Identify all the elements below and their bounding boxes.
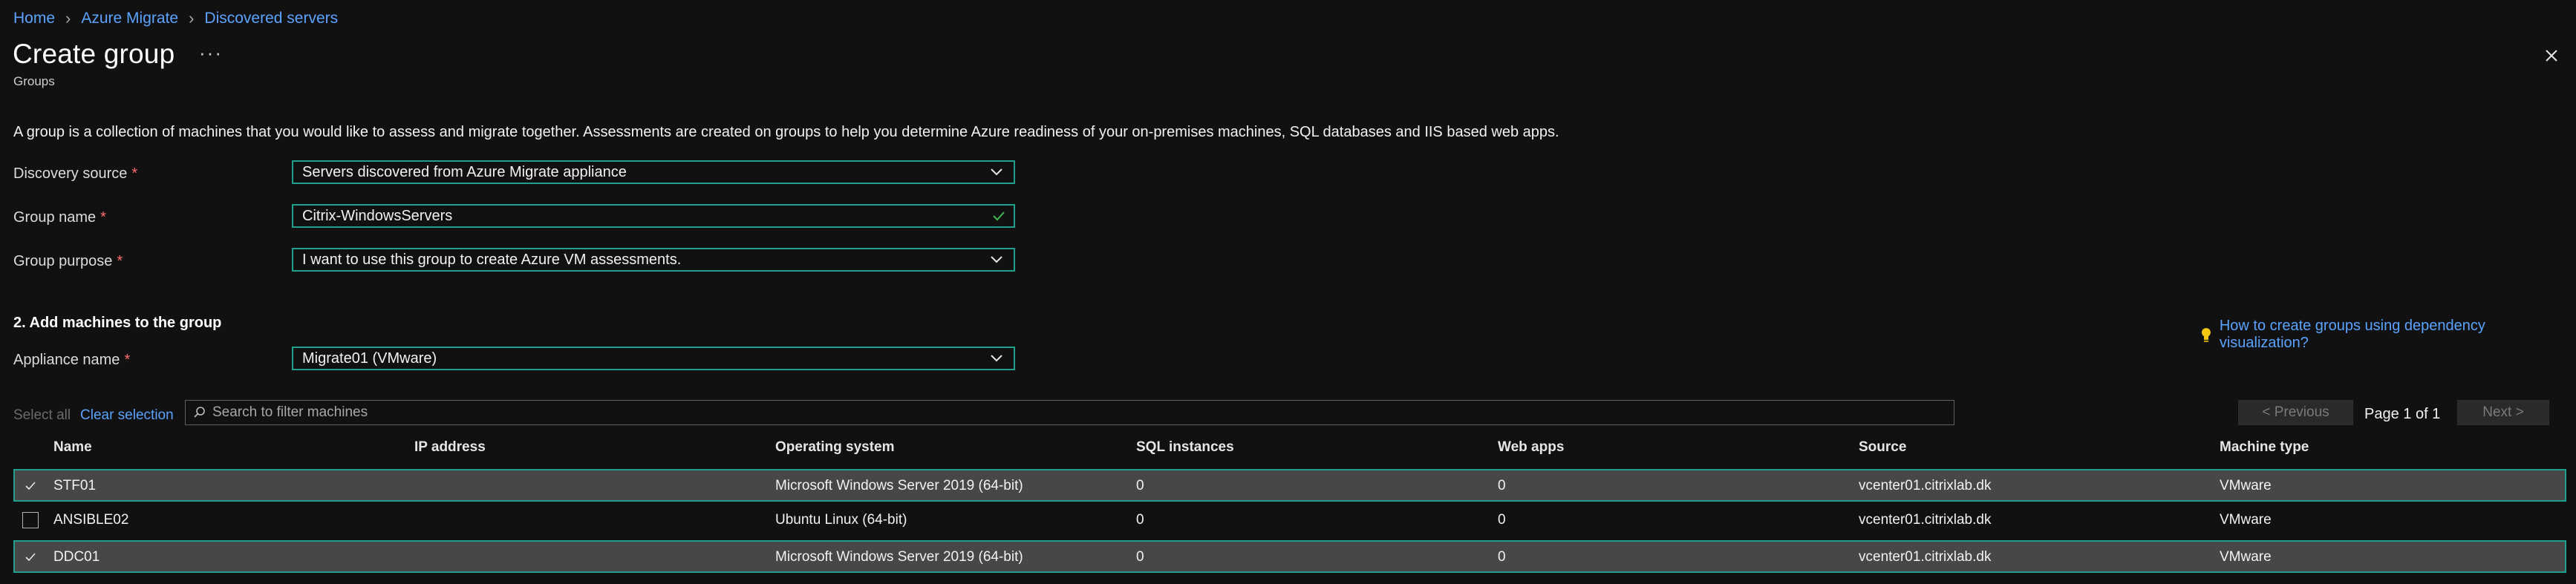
chevron-right-icon: › [189,9,195,27]
search-placeholder: Search to filter machines [212,404,368,420]
column-header-ip-address[interactable]: IP address [414,439,486,456]
required-marker: * [117,253,123,269]
column-header-machine-type[interactable]: Machine type [2220,439,2309,456]
search-icon [194,407,205,418]
search-input[interactable]: Search to filter machines [185,400,1954,425]
cell-machine-type: VMware [2220,549,2272,565]
column-header-web-apps[interactable]: Web apps [1498,439,1564,456]
group-purpose-dropdown[interactable]: I want to use this group to create Azure… [292,248,1015,272]
appliance-name-label: Appliance name * [13,352,130,369]
discovery-source-value: Servers discovered from Azure Migrate ap… [302,163,627,180]
group-name-label-text: Group name [13,209,97,226]
cell-sql-instances: 0 [1136,512,1144,528]
cell-source: vcenter01.citrixlab.dk [1859,549,1992,565]
page-info: Page 1 of 1 [2364,406,2441,422]
cell-sql-instances: 0 [1136,478,1144,493]
previous-page-button[interactable]: < Previous [2238,400,2353,425]
column-header-sql-instances[interactable]: SQL instances [1136,439,1234,456]
cell-machine-type: VMware [2220,478,2272,493]
more-options-button[interactable]: ··· [199,42,223,65]
discovery-source-label: Discovery source * [13,165,137,183]
table-row[interactable]: ANSIBLE02 Ubuntu Linux (64-bit) 0 0 vcen… [13,505,2566,537]
help-link-text: How to create groups using dependency vi… [2219,318,2485,351]
column-header-operating-system[interactable]: Operating system [775,439,895,456]
cell-sql-instances: 0 [1136,549,1144,565]
close-icon [2546,50,2557,62]
cell-operating-system: Microsoft Windows Server 2019 (64-bit) [775,549,1023,565]
column-header-name[interactable]: Name [53,439,92,456]
chevron-down-icon [991,168,1002,176]
discovery-source-dropdown[interactable]: Servers discovered from Azure Migrate ap… [292,160,1015,184]
breadcrumb-azure-migrate[interactable]: Azure Migrate [81,10,178,27]
cell-name: STF01 [53,478,97,493]
row-checkbox[interactable] [22,478,39,494]
required-marker: * [100,209,106,226]
chevron-right-icon: › [65,9,71,27]
cell-machine-type: VMware [2220,512,2272,528]
group-name-label: Group name * [13,209,106,226]
section-title: 2. Add machines to the group [13,315,222,331]
group-name-input[interactable]: Citrix-WindowsServers [292,204,1015,228]
group-name-value: Citrix-WindowsServers [302,207,453,224]
row-checkbox[interactable] [22,512,39,528]
appliance-name-label-text: Appliance name [13,352,120,368]
cell-web-apps: 0 [1498,549,1506,565]
group-purpose-label-text: Group purpose [13,253,113,269]
description: A group is a collection of machines that… [13,124,1559,140]
checkmark-icon [25,482,36,491]
breadcrumb: Home › Azure Migrate › Discovered server… [13,7,338,30]
cell-operating-system: Microsoft Windows Server 2019 (64-bit) [775,478,1023,493]
cell-web-apps: 0 [1498,512,1506,528]
select-all-button[interactable]: Select all [13,407,71,424]
row-checkbox[interactable] [22,549,39,565]
breadcrumb-discovered-servers[interactable]: Discovered servers [204,10,338,27]
cell-source: vcenter01.citrixlab.dk [1859,512,1992,528]
appliance-name-dropdown[interactable]: Migrate01 (VMware) [292,347,1015,370]
lightbulb-icon [2201,328,2211,342]
breadcrumb-home[interactable]: Home [13,10,55,27]
appliance-name-value: Migrate01 (VMware) [302,350,437,367]
cell-name: ANSIBLE02 [53,512,129,528]
clear-selection-button[interactable]: Clear selection [80,407,174,424]
close-button[interactable] [2539,43,2564,68]
required-marker: * [131,165,138,182]
chevron-down-icon [991,256,1002,263]
next-page-button[interactable]: Next > [2457,400,2549,425]
cell-source: vcenter01.citrixlab.dk [1859,478,1992,493]
discovery-source-label-text: Discovery source [13,165,128,182]
cell-web-apps: 0 [1498,478,1506,493]
group-purpose-label: Group purpose * [13,253,123,270]
table-row[interactable]: STF01 Microsoft Windows Server 2019 (64-… [13,469,2566,502]
cell-name: DDC01 [53,549,100,565]
table-row[interactable]: DDC01 Microsoft Windows Server 2019 (64-… [13,540,2566,573]
chevron-down-icon [991,355,1002,362]
page-title: Create group [13,39,175,69]
column-header-source[interactable]: Source [1859,439,1906,456]
group-purpose-value: I want to use this group to create Azure… [302,251,682,268]
checkmark-icon [25,553,36,562]
dependency-visualization-help-link[interactable]: How to create groups using dependency vi… [2199,318,2576,352]
required-marker: * [124,352,131,368]
page-subtitle: Groups [13,74,55,88]
cell-operating-system: Ubuntu Linux (64-bit) [775,512,907,528]
checkmark-icon [993,211,1005,221]
